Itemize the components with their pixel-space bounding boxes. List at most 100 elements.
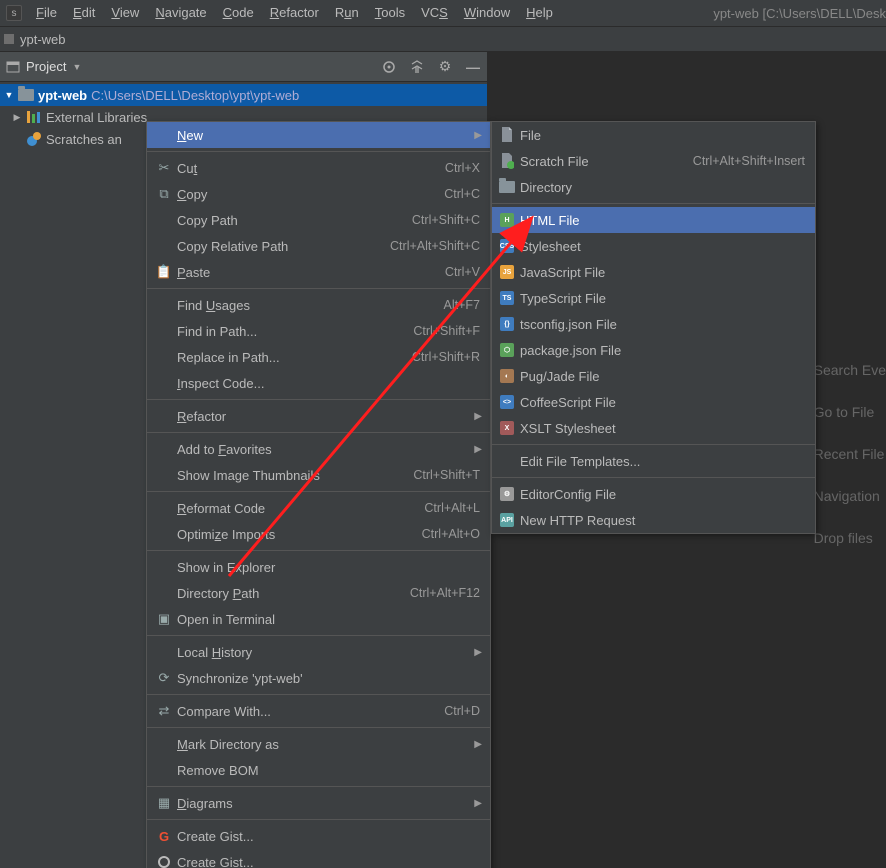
ctx-item[interactable]: Find in Path...Ctrl+Shift+F: [147, 318, 490, 344]
ctx-item[interactable]: Copy PathCtrl+Shift+C: [147, 207, 490, 233]
project-panel-header[interactable]: Project ▼ ⚙ —: [0, 52, 487, 82]
library-icon: [27, 111, 41, 123]
context-menu[interactable]: New▶ ✂CutCtrl+X⧉CopyCtrl+CCopy PathCtrl+S…: [146, 121, 491, 868]
menu-window[interactable]: Window: [456, 1, 518, 24]
ctx-label: Reformat Code: [175, 501, 424, 516]
new-item[interactable]: Edit File Templates...: [492, 448, 815, 474]
css-icon: CSS: [496, 239, 518, 253]
js-icon: JS: [496, 265, 518, 279]
submenu-arrow-icon: ▶: [474, 798, 482, 809]
ctx-item[interactable]: Show Image ThumbnailsCtrl+Shift+T: [147, 462, 490, 488]
new-item-label: tsconfig.json File: [518, 317, 805, 332]
menu-code[interactable]: Code: [215, 1, 262, 24]
ctx-item[interactable]: ⟳Synchronize 'ypt-web': [147, 665, 490, 691]
project-panel-title: Project: [26, 59, 66, 74]
scratch-icon: [496, 153, 518, 169]
new-item[interactable]: File: [492, 122, 815, 148]
ctx-label: Synchronize 'ypt-web': [175, 671, 480, 686]
new-item-shortcut: Ctrl+Alt+Shift+Insert: [693, 154, 805, 168]
file-icon: [496, 127, 518, 143]
menu-refactor[interactable]: Refactor: [262, 1, 327, 24]
ctx-shortcut: Ctrl+D: [444, 704, 480, 718]
new-item-label: EditorConfig File: [518, 487, 805, 502]
hint-search: Search Eve: [814, 362, 886, 378]
ctx-item[interactable]: Reformat CodeCtrl+Alt+L: [147, 495, 490, 521]
new-item[interactable]: HHTML File: [492, 207, 815, 233]
ctx-item[interactable]: GCreate Gist...: [147, 823, 490, 849]
minimize-icon[interactable]: —: [465, 59, 481, 75]
expand-arrow-icon[interactable]: ▼: [4, 90, 14, 100]
new-item-label: package.json File: [518, 343, 805, 358]
new-submenu[interactable]: FileScratch FileCtrl+Alt+Shift+InsertDir…: [491, 121, 816, 534]
ctx-item[interactable]: Refactor▶: [147, 403, 490, 429]
new-item[interactable]: CSSStylesheet: [492, 233, 815, 259]
ctx-item[interactable]: Directory PathCtrl+Alt+F12: [147, 580, 490, 606]
ctx-item[interactable]: New▶: [147, 122, 490, 148]
locate-icon[interactable]: [381, 59, 397, 75]
new-item[interactable]: TSTypeScript File: [492, 285, 815, 311]
editor-hints: Search Eve Go to File Recent File Naviga…: [814, 362, 886, 572]
ctx-item[interactable]: Add to Favorites▶: [147, 436, 490, 462]
menu-navigate[interactable]: Navigate: [147, 1, 214, 24]
ctx-item[interactable]: Copy Relative PathCtrl+Alt+Shift+C: [147, 233, 490, 259]
new-item[interactable]: ⚙EditorConfig File: [492, 481, 815, 507]
ctx-item[interactable]: Inspect Code...: [147, 370, 490, 396]
hint-drop: Drop files: [814, 530, 886, 546]
new-item-label: HTML File: [518, 213, 805, 228]
new-item-label: TypeScript File: [518, 291, 805, 306]
tree-root[interactable]: ▼ ypt-web C:\Users\DELL\Desktop\ypt\ypt-…: [0, 84, 487, 106]
ctx-item[interactable]: Create Gist...: [147, 849, 490, 868]
ctx-item[interactable]: ⧉CopyCtrl+C: [147, 181, 490, 207]
menu-run[interactable]: Run: [327, 1, 367, 24]
new-item[interactable]: XXSLT Stylesheet: [492, 415, 815, 441]
ctx-item[interactable]: Remove BOM: [147, 757, 490, 783]
tree-label: Scratches an: [46, 132, 122, 147]
new-item[interactable]: JSJavaScript File: [492, 259, 815, 285]
new-item-label: JavaScript File: [518, 265, 805, 280]
menu-view[interactable]: View: [103, 1, 147, 24]
folder-icon: [18, 89, 34, 101]
ctx-label: Compare With...: [175, 704, 444, 719]
new-item[interactable]: <>CoffeeScript File: [492, 389, 815, 415]
editorconfig-icon: ⚙: [496, 487, 518, 501]
ctx-label: Copy Path: [175, 213, 412, 228]
menu-tools[interactable]: Tools: [367, 1, 413, 24]
ctx-item[interactable]: Replace in Path...Ctrl+Shift+R: [147, 344, 490, 370]
ctx-item[interactable]: Mark Directory as▶: [147, 731, 490, 757]
new-item[interactable]: ⬡package.json File: [492, 337, 815, 363]
pkg-icon: ⬡: [496, 343, 518, 357]
ctx-item[interactable]: 📋PasteCtrl+V: [147, 259, 490, 285]
ctx-shortcut: Ctrl+V: [445, 265, 480, 279]
menu-vcs[interactable]: VCS: [413, 1, 456, 24]
ctx-label: Directory Path: [175, 586, 410, 601]
new-item[interactable]: APINew HTTP Request: [492, 507, 815, 533]
coffee-icon: <>: [496, 395, 518, 409]
gear-icon[interactable]: ⚙: [437, 59, 453, 75]
ctx-label: Create Gist...: [175, 829, 480, 844]
new-item[interactable]: ◐Pug/Jade File: [492, 363, 815, 389]
project-scope-icon: [6, 60, 20, 74]
new-item[interactable]: Directory: [492, 174, 815, 200]
ctx-item[interactable]: Find UsagesAlt+F7: [147, 292, 490, 318]
ctx-label: Find Usages: [175, 298, 444, 313]
collapse-all-icon[interactable]: [409, 59, 425, 75]
menu-edit[interactable]: Edit: [65, 1, 103, 24]
ctx-item[interactable]: ⇄Compare With...Ctrl+D: [147, 698, 490, 724]
breadcrumb-label: ypt-web: [20, 32, 66, 47]
menu-help[interactable]: Help: [518, 1, 561, 24]
ctx-item[interactable]: Local History▶: [147, 639, 490, 665]
new-item-label: Scratch File: [518, 154, 693, 169]
new-item[interactable]: {}tsconfig.json File: [492, 311, 815, 337]
ctx-item[interactable]: Optimize ImportsCtrl+Alt+O: [147, 521, 490, 547]
ctx-item[interactable]: ▣Open in Terminal: [147, 606, 490, 632]
ctx-shortcut: Ctrl+X: [445, 161, 480, 175]
menu-file[interactable]: File: [28, 1, 65, 24]
ctx-label: Local History: [175, 645, 480, 660]
ctx-item[interactable]: ✂CutCtrl+X: [147, 155, 490, 181]
ctx-item[interactable]: Show in Explorer: [147, 554, 490, 580]
ctx-shortcut: Ctrl+C: [444, 187, 480, 201]
ctx-item[interactable]: ▦Diagrams▶: [147, 790, 490, 816]
ctx-label: Open in Terminal: [175, 612, 480, 627]
expand-arrow-icon[interactable]: ▶: [12, 112, 22, 123]
new-item[interactable]: Scratch FileCtrl+Alt+Shift+Insert: [492, 148, 815, 174]
